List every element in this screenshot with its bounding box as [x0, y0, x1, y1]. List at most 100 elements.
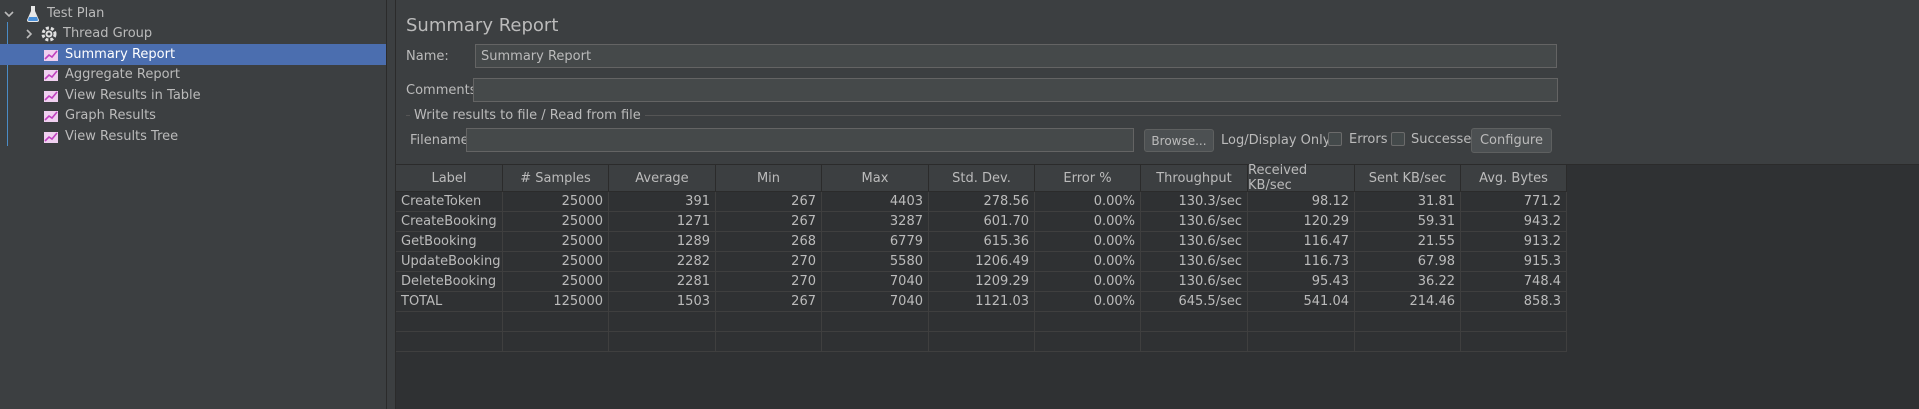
table-row-empty[interactable] [396, 332, 1567, 352]
table-cell: TOTAL [396, 292, 503, 312]
table-cell: 7040 [822, 272, 929, 292]
table-cell [929, 312, 1035, 332]
browse-button[interactable]: Browse... [1144, 129, 1214, 152]
table-row[interactable]: CreateBooking 25000 1271 267 3287 601.70 0.00%… [396, 212, 1567, 232]
table-cell: 98.12 [1248, 192, 1355, 212]
tree-item-summary-report[interactable]: Summary Report [0, 44, 386, 65]
table-row[interactable]: GetBooking 25000 1289 268 6779 615.36 0.00% 130… [396, 232, 1567, 252]
column-header[interactable]: # Samples [503, 165, 609, 192]
tree-item-label: Thread Group [63, 26, 153, 41]
name-label: Name: [406, 49, 449, 64]
column-header[interactable]: Avg. Bytes [1461, 165, 1567, 192]
table-cell [822, 312, 929, 332]
table-cell: 1121.03 [929, 292, 1035, 312]
filename-field[interactable] [466, 128, 1134, 152]
table-cell: 67.98 [1355, 252, 1461, 272]
tree-item-label: Graph Results [65, 108, 156, 123]
tree-item-label: Summary Report [65, 47, 176, 62]
table-cell [716, 312, 822, 332]
column-header[interactable]: Received KB/sec [1248, 163, 1355, 193]
table-cell [609, 332, 716, 352]
table-cell [1461, 332, 1567, 352]
table-cell: 4403 [822, 192, 929, 212]
report-icon [42, 128, 60, 146]
tree-item-label: Test Plan [47, 6, 105, 21]
table-cell [396, 312, 503, 332]
table-cell: 3287 [822, 212, 929, 232]
column-header[interactable]: Sent KB/sec [1355, 165, 1461, 192]
table-cell: 130.6/sec [1141, 232, 1248, 252]
table-row-empty[interactable] [396, 312, 1567, 332]
table-row[interactable]: TOTAL 125000 1503 267 7040 1121.03 0.00% 645.5/… [396, 292, 1567, 312]
column-header[interactable]: Std. Dev. [929, 165, 1035, 192]
table-row[interactable]: DeleteBooking 25000 2281 270 7040 1209.29 0.00… [396, 272, 1567, 292]
table-cell: 0.00% [1035, 212, 1141, 232]
table-cell: 1289 [609, 232, 716, 252]
tree-item-test-plan[interactable]: Test Plan [2, 3, 104, 24]
column-header[interactable]: Min [716, 165, 822, 192]
table-cell: 36.22 [1355, 272, 1461, 292]
table-cell: 267 [716, 292, 822, 312]
table-cell: 1209.29 [929, 272, 1035, 292]
table-cell [1248, 312, 1355, 332]
configure-button[interactable]: Configure [1471, 128, 1552, 153]
flask-icon [24, 5, 42, 23]
test-plan-tree: Test Plan Thread Group Summary Report Ag… [0, 0, 386, 409]
table-cell: 601.70 [929, 212, 1035, 232]
column-header[interactable]: Error % [1035, 165, 1141, 192]
table-cell: 125000 [503, 292, 609, 312]
tree-item-aggregate-report[interactable]: Aggregate Report [42, 64, 180, 85]
chevron-down-icon[interactable] [2, 7, 16, 21]
tree-item-view-results-in-table[interactable]: View Results in Table [42, 85, 201, 106]
table-cell: 25000 [503, 232, 609, 252]
table-cell: 1206.49 [929, 252, 1035, 272]
tree-item-label: Aggregate Report [65, 67, 180, 82]
table-cell: 267 [716, 212, 822, 232]
log-display-label: Log/Display Only: [1221, 133, 1334, 148]
table-cell: 267 [716, 192, 822, 212]
column-header[interactable]: Average [609, 165, 716, 192]
errors-checkbox[interactable] [1328, 132, 1342, 146]
table-cell: CreateBooking [396, 212, 503, 232]
errors-label: Errors [1349, 132, 1388, 147]
chevron-right-icon[interactable] [22, 27, 36, 41]
tree-item-thread-group[interactable]: Thread Group [22, 23, 152, 44]
table-cell: 116.73 [1248, 252, 1355, 272]
tree-item-label: View Results Tree [65, 129, 179, 144]
table-row[interactable]: UpdateBooking 25000 2282 270 5580 1206.49 0.00… [396, 252, 1567, 272]
table-cell: UpdateBooking [396, 252, 503, 272]
column-header[interactable]: Throughput [1141, 165, 1248, 192]
summary-report-panel: Summary Report Name: Summary Report Comm… [396, 0, 1919, 409]
table-cell: 120.29 [1248, 212, 1355, 232]
table-cell [1355, 312, 1461, 332]
page-title: Summary Report [406, 15, 559, 36]
name-field[interactable]: Summary Report [475, 44, 1557, 68]
table-cell: 7040 [822, 292, 929, 312]
tree-item-view-results-tree[interactable]: View Results Tree [42, 126, 178, 147]
table-cell [1141, 312, 1248, 332]
table-cell: 748.4 [1461, 272, 1567, 292]
file-group-title: Write results to file / Read from file [410, 108, 645, 123]
table-cell: 0.00% [1035, 272, 1141, 292]
report-icon [42, 107, 60, 125]
table-cell: 25000 [503, 272, 609, 292]
table-cell: 130.6/sec [1141, 272, 1248, 292]
table-cell [503, 312, 609, 332]
table-cell: 0.00% [1035, 252, 1141, 272]
table-cell: 25000 [503, 192, 609, 212]
comments-field[interactable] [473, 78, 1558, 102]
column-header[interactable]: Label [396, 165, 503, 192]
tree-item-graph-results[interactable]: Graph Results [42, 105, 156, 126]
table-cell: 0.00% [1035, 292, 1141, 312]
table-cell: GetBooking [396, 232, 503, 252]
table-cell: 5580 [822, 252, 929, 272]
table-cell [1035, 332, 1141, 352]
table-cell: 278.56 [929, 192, 1035, 212]
column-header[interactable]: Max [822, 165, 929, 192]
table-cell: 130.6/sec [1141, 212, 1248, 232]
table-cell: 943.2 [1461, 212, 1567, 232]
table-cell [716, 332, 822, 352]
name-field-value: Summary Report [481, 48, 592, 64]
successes-checkbox[interactable] [1391, 132, 1405, 146]
table-row[interactable]: CreateToken 25000 391 267 4403 278.56 0.00% 130… [396, 192, 1567, 212]
